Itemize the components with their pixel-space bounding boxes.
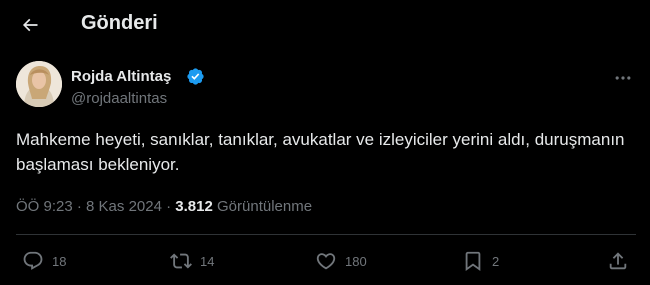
top-bar: Gönderi [0, 0, 650, 50]
heart-icon [316, 253, 336, 270]
meta-separator: · [76, 198, 82, 215]
tweet-time[interactable]: ÖÖ 9:23 [16, 198, 73, 215]
repost-button[interactable]: 14 [170, 249, 214, 273]
bookmark-count: 2 [492, 253, 500, 269]
views-count[interactable]: 3.812 [175, 198, 213, 215]
more-horizontal-icon [615, 76, 631, 80]
meta-separator: · [166, 198, 172, 215]
reply-icon [23, 251, 43, 270]
bookmark-icon [465, 251, 481, 272]
page-title: Gönderi [81, 12, 158, 34]
verified-badge-icon [187, 68, 204, 85]
author-handle[interactable]: @rojdaaltintas [71, 90, 167, 107]
views-label: Görüntülenme [217, 198, 313, 215]
repost-count: 14 [200, 253, 215, 269]
tweet-meta: ÖÖ 9:23 · 8 Kas 2024 · 3.812 Görüntülenm… [16, 198, 312, 215]
arrow-left-icon [22, 18, 38, 32]
tweet-date[interactable]: 8 Kas 2024 [86, 198, 162, 215]
share-button[interactable] [607, 249, 629, 273]
avatar[interactable] [16, 61, 62, 107]
tweet-text: Mahkeme heyeti, sanıklar, tanıklar, avuk… [16, 130, 625, 174]
back-button[interactable] [14, 9, 46, 41]
reply-button[interactable]: 18 [22, 249, 66, 273]
repost-icon [170, 253, 192, 269]
like-count: 180 [345, 253, 367, 269]
author-display-name[interactable]: Rojda Altintaş [71, 68, 171, 85]
reply-count: 18 [52, 253, 67, 269]
share-icon [609, 252, 627, 270]
more-options-button[interactable] [609, 64, 637, 92]
bookmark-button[interactable]: 2 [462, 249, 499, 273]
divider [16, 234, 636, 235]
like-button[interactable]: 180 [315, 249, 367, 273]
